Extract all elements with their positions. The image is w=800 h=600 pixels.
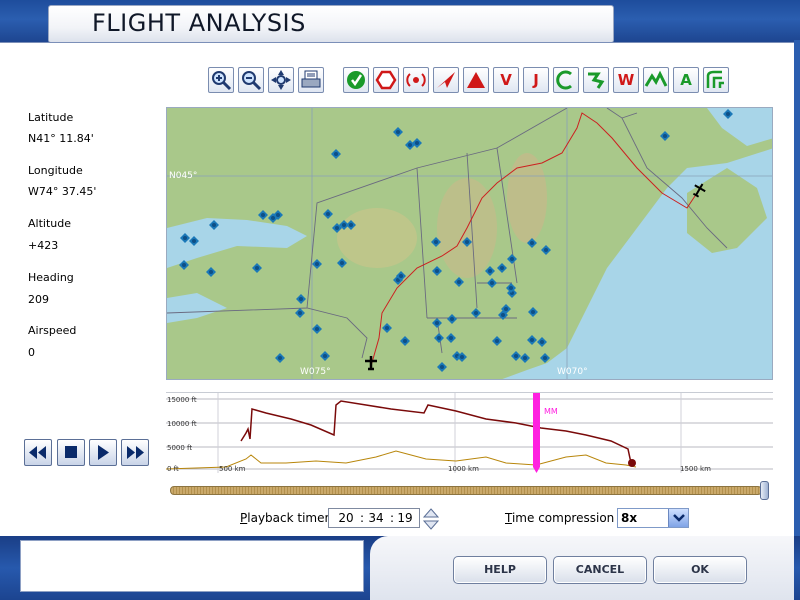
profile-end-marker — [628, 459, 636, 467]
terrain-icon — [644, 68, 668, 92]
airspeed-label: Airspeed — [28, 324, 77, 337]
terrain-filter-button[interactable] — [643, 67, 669, 93]
airway-icon — [704, 68, 728, 92]
j-filter-button[interactable]: J — [523, 67, 549, 93]
marker-label: MM — [544, 407, 558, 416]
timer-spinner[interactable] — [422, 508, 440, 530]
longitude-value: W74° 37.45' — [28, 185, 97, 198]
profile-y-15000: 15000 ft — [167, 396, 197, 404]
altitude-a-filter-button[interactable]: A — [673, 67, 699, 93]
lon-label-70: W070° — [557, 367, 588, 377]
latitude-value: N41° 11.84' — [28, 132, 94, 145]
profile-y-5000: 5000 ft — [167, 444, 193, 452]
w-filter-button[interactable]: W — [613, 67, 639, 93]
ok-button[interactable]: OK — [653, 556, 747, 584]
message-panel — [20, 540, 364, 592]
altitude-value: +423 — [28, 239, 59, 252]
timer-hour[interactable]: 20 — [335, 511, 357, 525]
zoom-in-button[interactable] — [208, 67, 234, 93]
print-button[interactable] — [298, 67, 324, 93]
zoom-out-icon — [242, 71, 262, 91]
fast-forward-button[interactable] — [121, 439, 149, 466]
profile-x-1500: 1500 km — [680, 465, 711, 473]
latitude-label: Latitude — [28, 111, 74, 124]
v-filter-button[interactable]: V — [493, 67, 519, 93]
help-button[interactable]: HELP — [453, 556, 547, 584]
playback-scrubber[interactable] — [170, 481, 769, 500]
hexagon-icon — [374, 68, 398, 92]
track-filter-button[interactable] — [583, 67, 609, 93]
c-route-icon — [554, 68, 578, 92]
j-icon: J — [533, 71, 539, 89]
v-icon: V — [500, 71, 512, 89]
w-icon: W — [617, 71, 635, 89]
stop-button[interactable] — [57, 439, 85, 466]
rewind-button[interactable] — [24, 439, 52, 466]
triangle-filter-button[interactable] — [463, 67, 489, 93]
chevron-down-icon[interactable] — [668, 509, 688, 527]
fast-forward-icon — [127, 446, 144, 459]
track-icon — [584, 68, 608, 92]
frame-right — [794, 40, 800, 600]
zoom-out-button[interactable] — [238, 67, 264, 93]
plane-arrow-filter-button[interactable] — [433, 67, 459, 93]
scrubber-track[interactable] — [170, 486, 762, 495]
map-canvas[interactable] — [167, 108, 773, 380]
hexagon-filter-button[interactable] — [373, 67, 399, 93]
playback-marker-tip — [533, 467, 540, 473]
window-title: FLIGHT ANALYSIS — [92, 9, 306, 37]
longitude-label: Longitude — [28, 164, 83, 177]
time-compression-value: 8x — [621, 511, 638, 525]
rewind-icon — [29, 446, 46, 459]
profile-x-1000: 1000 km — [448, 465, 479, 473]
cancel-button[interactable]: CANCEL — [553, 556, 647, 584]
profile-y-10000: 10000 ft — [167, 420, 197, 428]
timer-sep-1: : — [360, 511, 365, 525]
spin-down-icon[interactable] — [422, 520, 440, 530]
playback-timer-label: Playback timer — [240, 511, 330, 525]
nova-scotia — [687, 168, 767, 253]
radio-icon — [404, 68, 428, 92]
radio-filter-button[interactable] — [403, 67, 429, 93]
pan-icon — [271, 70, 291, 90]
pan-button[interactable] — [268, 67, 294, 93]
altitude-profile[interactable]: 15000 ft 10000 ft 5000 ft 0 ft 500 km 10… — [165, 392, 773, 473]
check-icon — [344, 68, 368, 92]
heading-label: Heading — [28, 271, 74, 284]
check-filter-button[interactable] — [343, 67, 369, 93]
stop-icon — [65, 446, 77, 458]
profile-x-500: 500 km — [219, 465, 246, 473]
play-button[interactable] — [89, 439, 117, 466]
playback-marker[interactable] — [533, 393, 540, 467]
print-icon — [301, 70, 321, 88]
profile-canvas[interactable] — [165, 393, 773, 473]
flight-profile — [240, 400, 634, 464]
time-compression-label: Time compression — [505, 511, 615, 525]
plane-arrow-icon — [434, 68, 458, 92]
spin-up-icon[interactable] — [422, 508, 440, 518]
time-compression-select[interactable]: 8x — [617, 508, 689, 528]
c-route-filter-button[interactable] — [553, 67, 579, 93]
flight-map[interactable]: N045° W075° W070° — [166, 107, 773, 380]
profile-y-0: 0 ft — [167, 465, 179, 473]
playback-timer-field[interactable]: 20 : 34 : 19 — [328, 508, 420, 528]
zoom-in-icon — [212, 71, 232, 91]
terrain-adirondacks — [337, 208, 417, 268]
triangle-icon — [464, 68, 488, 92]
lon-label-75: W075° — [300, 367, 331, 377]
airway-filter-button[interactable] — [703, 67, 729, 93]
altitude-a-icon: A — [680, 71, 692, 89]
timer-second[interactable]: 19 — [394, 511, 416, 525]
scrubber-thumb[interactable] — [760, 481, 769, 500]
play-icon — [98, 445, 109, 460]
altitude-label: Altitude — [28, 217, 71, 230]
airspeed-value: 0 — [28, 346, 35, 359]
timer-minute[interactable]: 34 — [365, 511, 387, 525]
heading-value: 209 — [28, 293, 49, 306]
lat-label-45: N045° — [169, 171, 198, 181]
